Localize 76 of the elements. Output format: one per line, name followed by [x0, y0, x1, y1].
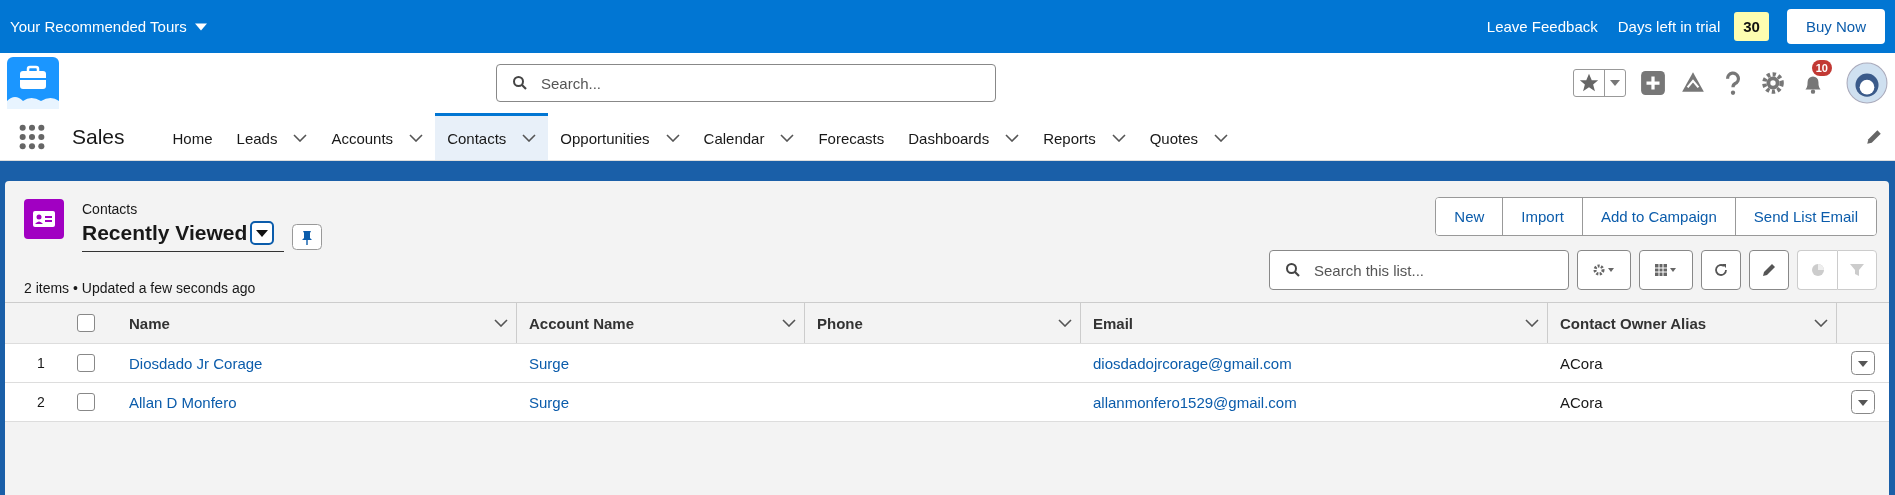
- column-header[interactable]: Email: [1093, 314, 1134, 332]
- table-link[interactable]: Surge: [529, 393, 570, 411]
- row-checkbox[interactable]: [77, 393, 95, 411]
- plus-icon[interactable]: [1640, 70, 1666, 96]
- chevron-down-icon[interactable]: [1005, 134, 1020, 142]
- nav-tab[interactable]: Contacts: [435, 113, 549, 160]
- edit-icon[interactable]: [1865, 127, 1883, 146]
- column-header[interactable]: Account Name: [529, 314, 635, 332]
- table-icon[interactable]: [1654, 264, 1678, 276]
- feedback-link[interactable]: Leave Feedback: [1486, 18, 1598, 35]
- pin-button[interactable]: [292, 223, 323, 250]
- chevron-down-icon[interactable]: [780, 134, 795, 142]
- favorites-button[interactable]: [1573, 69, 1626, 97]
- dropdown-button[interactable]: [250, 221, 275, 245]
- chevron-down-icon[interactable]: [1814, 319, 1828, 327]
- row-actions-button[interactable]: [1851, 390, 1875, 414]
- buy-now-button[interactable]: Buy Now: [1786, 9, 1885, 44]
- nav-tab[interactable]: Reports: [1031, 113, 1138, 160]
- table-cell: ACora: [1560, 393, 1603, 411]
- app-launcher-icon[interactable]: [18, 122, 46, 151]
- column-header[interactable]: Phone: [817, 314, 863, 332]
- object-label: Contacts: [82, 201, 139, 217]
- caret-icon[interactable]: [1610, 80, 1620, 86]
- list-settings-button[interactable]: [1577, 250, 1631, 290]
- briefcase-logo-icon: [7, 57, 59, 109]
- refresh-button[interactable]: [1701, 250, 1741, 290]
- chevron-down-icon[interactable]: [522, 134, 537, 142]
- settings-icon[interactable]: [1760, 70, 1786, 96]
- nav-tab[interactable]: Dashboards: [896, 113, 1032, 160]
- row-number: 2: [37, 394, 45, 410]
- row-actions-button[interactable]: [1851, 351, 1875, 375]
- nav-tab[interactable]: Calendar: [691, 113, 807, 160]
- table-link[interactable]: Diosdado Jr Corage: [129, 354, 263, 372]
- column-header[interactable]: Contact Owner Alias: [1560, 314, 1707, 332]
- chevron-down-icon[interactable]: [293, 134, 308, 142]
- display-as-table-button[interactable]: [1639, 250, 1693, 290]
- table-link[interactable]: diosdadojrcorage@gmail.com: [1093, 354, 1292, 372]
- table-cell: ACora: [1560, 354, 1603, 372]
- caret-icon[interactable]: [194, 22, 207, 31]
- row-checkbox[interactable]: [77, 354, 95, 372]
- nav-tab[interactable]: Accounts: [319, 113, 436, 160]
- chevron-down-icon[interactable]: [782, 319, 796, 327]
- list-search-field[interactable]: Search this list...: [1269, 250, 1569, 290]
- pencil-icon[interactable]: [1761, 262, 1777, 278]
- search-field[interactable]: Search...: [496, 64, 996, 102]
- list-view-title: Recently Viewed: [82, 221, 248, 245]
- chevron-down-icon[interactable]: [665, 134, 680, 142]
- nav-tab[interactable]: Leads: [224, 113, 320, 160]
- chevron-down-icon[interactable]: [409, 134, 424, 142]
- avatar-icon[interactable]: [1846, 62, 1888, 104]
- nav-tab[interactable]: Quotes: [1137, 113, 1241, 160]
- table-link[interactable]: Surge: [529, 354, 570, 372]
- select-all-checkbox[interactable]: [77, 314, 95, 332]
- tours-menu[interactable]: Your Recommended Tours: [10, 18, 207, 35]
- chevron-down-icon[interactable]: [1214, 134, 1229, 142]
- chevron-down-icon[interactable]: [1525, 319, 1539, 327]
- list-action-button[interactable]: Send List Email: [1734, 198, 1876, 235]
- list-status: 2 items • Updated a few seconds ago: [24, 280, 256, 296]
- gear-icon[interactable]: [1592, 264, 1616, 276]
- row-number: 1: [37, 355, 45, 371]
- chevron-down-icon[interactable]: [1058, 319, 1072, 327]
- notification-count: 10: [1811, 60, 1832, 76]
- contact-card-icon: [24, 199, 64, 239]
- app-name: Sales: [72, 124, 125, 149]
- refresh-icon[interactable]: [1713, 262, 1729, 278]
- chevron-down-icon[interactable]: [494, 319, 508, 327]
- trial-days-badge: 30: [1734, 12, 1769, 41]
- column-header[interactable]: Name: [129, 314, 170, 332]
- nav-tab[interactable]: Forecasts: [806, 113, 897, 160]
- table-link[interactable]: allanmonfero1529@gmail.com: [1093, 393, 1297, 411]
- nav-tab[interactable]: Home: [160, 113, 225, 160]
- edit-list-button[interactable]: [1749, 250, 1789, 290]
- nav-tab[interactable]: Opportunities: [548, 113, 692, 160]
- trial-label: Days left in trial: [1617, 18, 1721, 35]
- table-link[interactable]: Allan D Monfero: [129, 393, 237, 411]
- chevron-down-icon[interactable]: [1111, 134, 1126, 142]
